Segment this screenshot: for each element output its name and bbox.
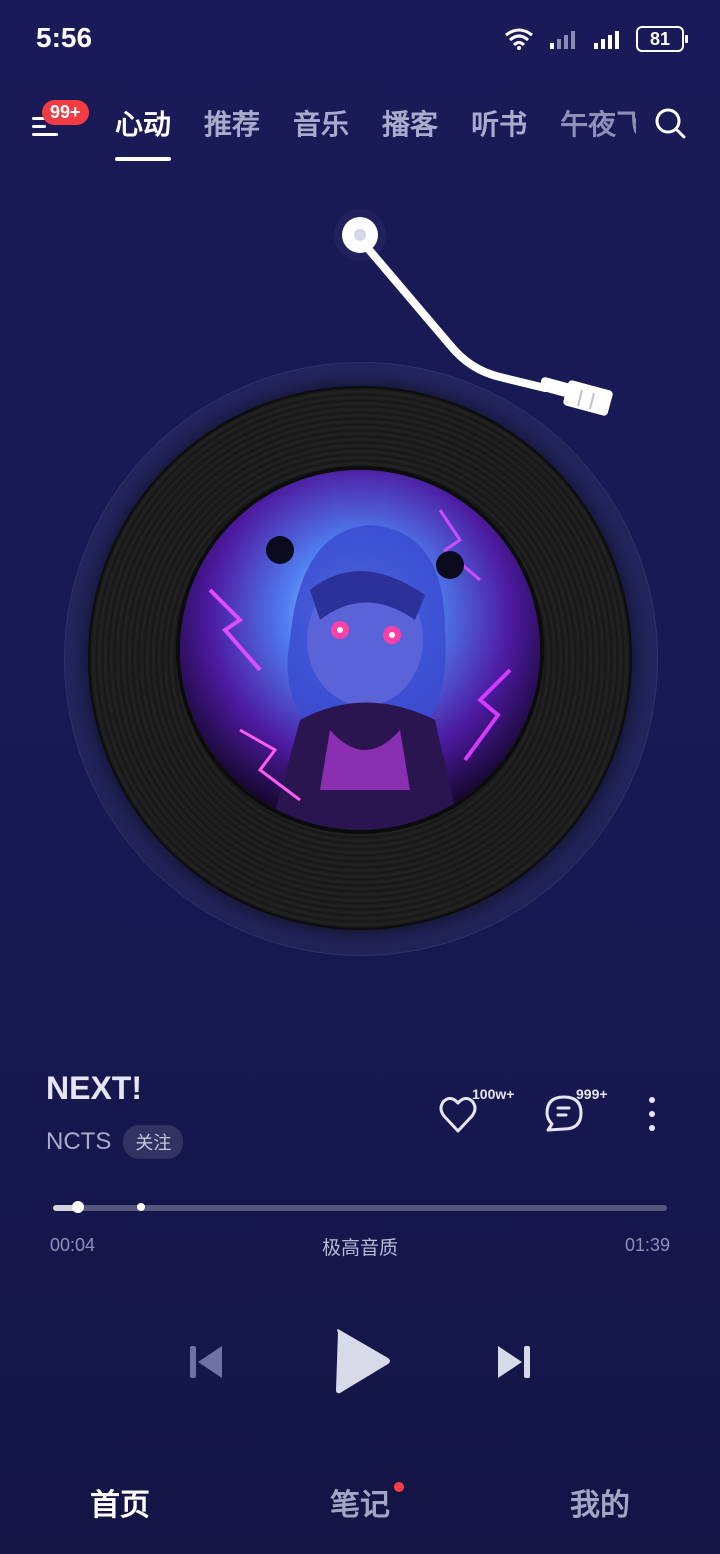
search-icon[interactable] (652, 105, 688, 141)
song-info: NEXT! (46, 1070, 142, 1107)
wifi-icon (505, 28, 533, 50)
signal-weak-icon (550, 31, 575, 49)
tab-recommend[interactable]: 推荐 (204, 103, 260, 143)
nav-home[interactable]: 首页 (90, 1480, 150, 1524)
album-cover (180, 470, 540, 830)
notification-badge: 99+ (42, 100, 89, 125)
status-icons: 81 (504, 26, 688, 52)
tab-podcast[interactable]: 播客 (382, 103, 438, 143)
tonearm (334, 209, 613, 416)
follow-button[interactable]: 关注 (123, 1125, 184, 1159)
current-time: 00:04 (50, 1235, 96, 1255)
progress-bar[interactable] (53, 1201, 667, 1213)
play-icon[interactable] (328, 1326, 398, 1396)
progress-marker (137, 1203, 145, 1211)
more-options-icon[interactable] (642, 1092, 662, 1136)
tab-heartbeat[interactable]: 心动 (115, 103, 172, 161)
artist-name[interactable]: NCTS (46, 1128, 111, 1156)
tab-music[interactable]: 音乐 (293, 103, 349, 143)
top-bar: 99+ 心动 推荐 音乐 播客 听书 午夜飞 (0, 95, 720, 165)
song-title: NEXT! (46, 1070, 142, 1106)
status-time: 5:56 (36, 22, 93, 53)
album-art-icon (180, 470, 540, 830)
notes-notification-dot (394, 1482, 404, 1492)
total-time: 01:39 (625, 1235, 671, 1255)
status-bar: 5:56 81 (0, 0, 720, 80)
tab-bar: 心动 推荐 音乐 播客 听书 午夜飞 (115, 103, 636, 161)
like-count: 100w+ (472, 1086, 515, 1102)
bottom-nav: 首页 笔记 我的 (0, 1470, 720, 1540)
nav-mine[interactable]: 我的 (570, 1480, 630, 1524)
artist-row: NCTS 关注 (46, 1125, 184, 1159)
audio-quality[interactable]: 极高音质 (322, 1233, 398, 1260)
progress-thumb[interactable] (72, 1201, 84, 1213)
playback-controls (0, 1320, 720, 1410)
tab-audiobook[interactable]: 听书 (471, 103, 527, 143)
battery-indicator: 81 (636, 26, 688, 52)
previous-track-icon[interactable] (184, 1340, 228, 1384)
battery-level: 81 (649, 28, 671, 49)
song-actions: 100w+ 999+ (436, 1086, 686, 1138)
nav-notes[interactable]: 笔记 (330, 1480, 390, 1524)
comment-count: 999+ (576, 1086, 608, 1102)
turntable (0, 180, 720, 980)
next-track-icon[interactable] (492, 1340, 536, 1384)
signal-strong-icon (594, 31, 619, 49)
tab-midnight[interactable]: 午夜飞 (560, 103, 636, 143)
